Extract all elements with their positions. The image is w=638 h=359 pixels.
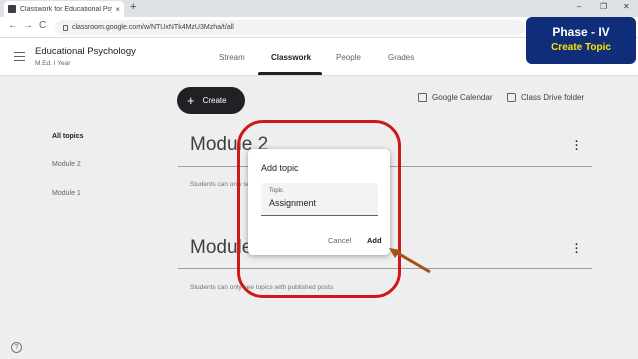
google-calendar-label: Google Calendar <box>432 93 493 102</box>
browser-tab-bar: Classwork for Educational Psycho × + – ❐… <box>0 0 638 17</box>
browser-tab[interactable]: Classwork for Educational Psycho × <box>4 1 124 17</box>
menu-icon[interactable] <box>14 52 25 61</box>
sidebar-item-module-2[interactable]: Module 2 <box>52 161 81 168</box>
reload-icon[interactable]: C <box>39 20 46 31</box>
url-field[interactable]: classroom.google.com/w/NTUxNTk4MzU3Mzha/… <box>55 20 525 35</box>
phase-subtitle: Create Topic <box>551 42 611 53</box>
tab-grades[interactable]: Grades <box>388 53 414 62</box>
class-subtitle: M.Ed. I Year <box>35 60 71 67</box>
tab-title: Classwork for Educational Psycho <box>20 5 112 13</box>
module-2-more-icon[interactable]: · · · <box>575 137 579 156</box>
restore-icon[interactable]: ❐ <box>600 2 607 11</box>
module-1-more-icon[interactable]: · · · <box>575 240 579 259</box>
class-drive-folder-button[interactable]: Class Drive folder <box>507 93 584 102</box>
class-name[interactable]: Educational Psychology <box>35 46 136 57</box>
help-icon[interactable]: ? <box>11 342 22 353</box>
tab-stream[interactable]: Stream <box>219 53 245 62</box>
pointer-arrow-icon <box>389 248 431 274</box>
close-window-icon[interactable]: ✕ <box>623 2 630 11</box>
create-button[interactable]: + Create <box>177 87 245 114</box>
classroom-favicon-icon <box>8 5 16 13</box>
drive-folder-label: Class Drive folder <box>521 93 585 102</box>
lock-icon <box>63 24 68 31</box>
forward-icon[interactable]: → <box>23 20 33 31</box>
highlight-circle <box>237 120 401 298</box>
minimize-icon[interactable]: – <box>577 2 581 11</box>
folder-icon <box>507 93 516 102</box>
phase-badge: Phase - IV Create Topic <box>526 17 636 64</box>
phase-title: Phase - IV <box>552 25 610 39</box>
google-calendar-button[interactable]: Google Calendar <box>418 93 492 102</box>
active-tab-indicator <box>258 72 322 75</box>
plus-icon: + <box>187 93 195 108</box>
calendar-icon <box>418 93 427 102</box>
back-icon[interactable]: ← <box>8 20 18 31</box>
url-text: classroom.google.com/w/NTUxNTk4MzU3Mzha/… <box>72 24 234 31</box>
tab-people[interactable]: People <box>336 53 361 62</box>
tab-classwork[interactable]: Classwork <box>271 53 311 62</box>
tab-close-icon[interactable]: × <box>115 5 120 14</box>
new-tab-button[interactable]: + <box>130 1 136 13</box>
sidebar-item-all-topics[interactable]: All topics <box>52 133 84 140</box>
sidebar-item-module-1[interactable]: Module 1 <box>52 190 81 197</box>
create-label: Create <box>202 96 227 105</box>
